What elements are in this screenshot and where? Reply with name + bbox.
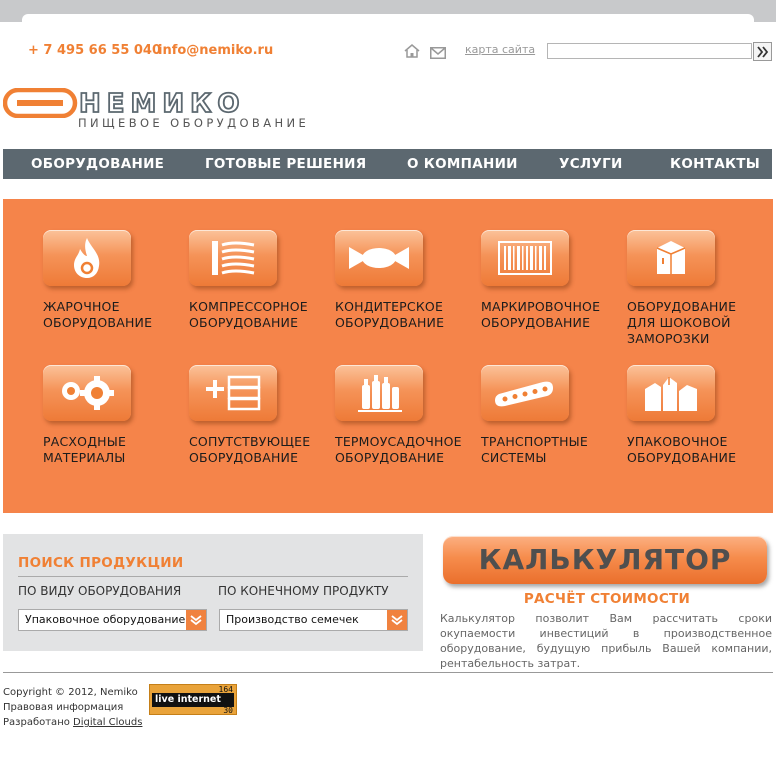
packages-icon: [627, 365, 715, 421]
logo-tagline: ПИЩЕВОЕ ОБОРУДОВАНИЕ: [78, 116, 310, 130]
nav-contacts[interactable]: КОНТАКТЫ: [670, 149, 760, 179]
nav-solutions[interactable]: ГОТОВЫЕ РЕШЕНИЯ: [205, 149, 366, 179]
search-submit-button[interactable]: [753, 42, 772, 61]
nav-services[interactable]: УСЛУГИ: [559, 149, 623, 179]
bottles-icon: [335, 365, 423, 421]
gears-icon: [43, 365, 131, 421]
phone-number: + 7 495 66 55 040: [28, 43, 162, 58]
search-panel-title: ПОИСК ПРОДУКЦИИ: [18, 555, 184, 571]
mail-icon[interactable]: [430, 44, 446, 59]
divider: [18, 576, 408, 577]
compressor-icon: [189, 230, 277, 286]
nav-equipment[interactable]: ОБОРУДОВАНИЕ: [31, 149, 164, 179]
liveinternet-counter[interactable]: 164 live internet 30: [149, 684, 237, 715]
logo-wordmark: НЕМИКО: [79, 89, 246, 118]
category-label: ЖАРОЧНОЕ ОБОРУДОВАНИЕ: [43, 299, 153, 330]
category-label: ТЕРМОУСАДОЧНОЕ ОБОРУДОВАНИЕ: [335, 434, 462, 465]
main-nav: ОБОРУДОВАНИЕ ГОТОВЫЕ РЕШЕНИЯ О КОМПАНИИ …: [3, 149, 772, 179]
end-product-select[interactable]: Производство семечек: [219, 609, 408, 631]
category-label: МАРКИРОВОЧНОЕ ОБОРУДОВАНИЕ: [481, 299, 601, 330]
product-search-panel: ПОИСК ПРОДУКЦИИ ПО ВИДУ ОБОРУДОВАНИЯ ПО …: [3, 534, 423, 651]
header-card: [22, 14, 754, 40]
flame-icon: [43, 230, 131, 286]
select-value: Производство семечек: [226, 613, 359, 626]
calculator-description: Калькулятор позволит Вам рассчитать срок…: [440, 612, 772, 670]
category-label: УПАКОВОЧНОЕ ОБОРУДОВАНИЕ: [627, 434, 737, 465]
plus-list-icon: [189, 365, 277, 421]
filter-by-product-label: ПО КОНЕЧНОМУ ПРОДУКТУ: [218, 584, 389, 598]
category-label: РАСХОДНЫЕ МАТЕРИАЛЫ: [43, 434, 127, 465]
category-label: ОБОРУДОВАНИЕ ДЛЯ ШОКОВОЙ ЗАМОРОЗКИ: [627, 299, 737, 346]
category-label: ТРАНСПОРТНЫЕ СИСТЕМЫ: [481, 434, 588, 465]
category-label: КОМПРЕССОРНОЕ ОБОРУДОВАНИЕ: [189, 299, 308, 330]
counter-bottom-value: 30: [223, 706, 233, 715]
home-icon[interactable]: [404, 43, 420, 58]
category-label: СОПУТСТВУЮЩЕЕ ОБОРУДОВАНИЕ: [189, 434, 311, 465]
email-link[interactable]: info@nemiko.ru: [158, 43, 273, 58]
developer-prefix: Разработано: [3, 717, 70, 728]
footer-divider: [3, 672, 773, 673]
select-value: Упаковочное оборудование: [25, 613, 186, 626]
category-panel: ЖАРОЧНОЕ ОБОРУДОВАНИЕ КОМПРЕССОРНОЕ ОБОР…: [3, 199, 773, 513]
developer-line: Разработано Digital Clouds: [3, 715, 142, 730]
category-label: КОНДИТЕРСКОЕ ОБОРУДОВАНИЕ: [335, 299, 445, 330]
chevron-down-icon[interactable]: [186, 610, 206, 630]
equipment-type-select[interactable]: Упаковочное оборудование: [18, 609, 207, 631]
copyright: Copyright © 2012, Nemiko: [3, 687, 138, 698]
developer-link[interactable]: Digital Clouds: [73, 717, 142, 728]
candy-icon: [335, 230, 423, 286]
freezer-icon: [627, 230, 715, 286]
footer-info: Copyright © 2012, Nemiko Правовая информ…: [3, 685, 142, 730]
filter-by-type-label: ПО ВИДУ ОБОРУДОВАНИЯ: [18, 584, 182, 598]
sitemap-link[interactable]: карта сайта: [465, 43, 535, 56]
calculator-subtitle: РАСЧЁТ СТОИМОСТИ: [523, 591, 691, 607]
nav-about[interactable]: О КОМПАНИИ: [407, 149, 518, 179]
legal-info[interactable]: Правовая информация: [3, 700, 142, 715]
chevron-down-icon[interactable]: [387, 610, 407, 630]
calculator-button[interactable]: КАЛЬКУЛЯТОР: [443, 536, 767, 584]
counter-brand: live internet: [152, 693, 234, 707]
double-chevron-icon: [756, 45, 768, 58]
conveyor-icon: [481, 365, 569, 421]
site-search-input[interactable]: [547, 43, 752, 59]
barcode-icon: [481, 230, 569, 286]
